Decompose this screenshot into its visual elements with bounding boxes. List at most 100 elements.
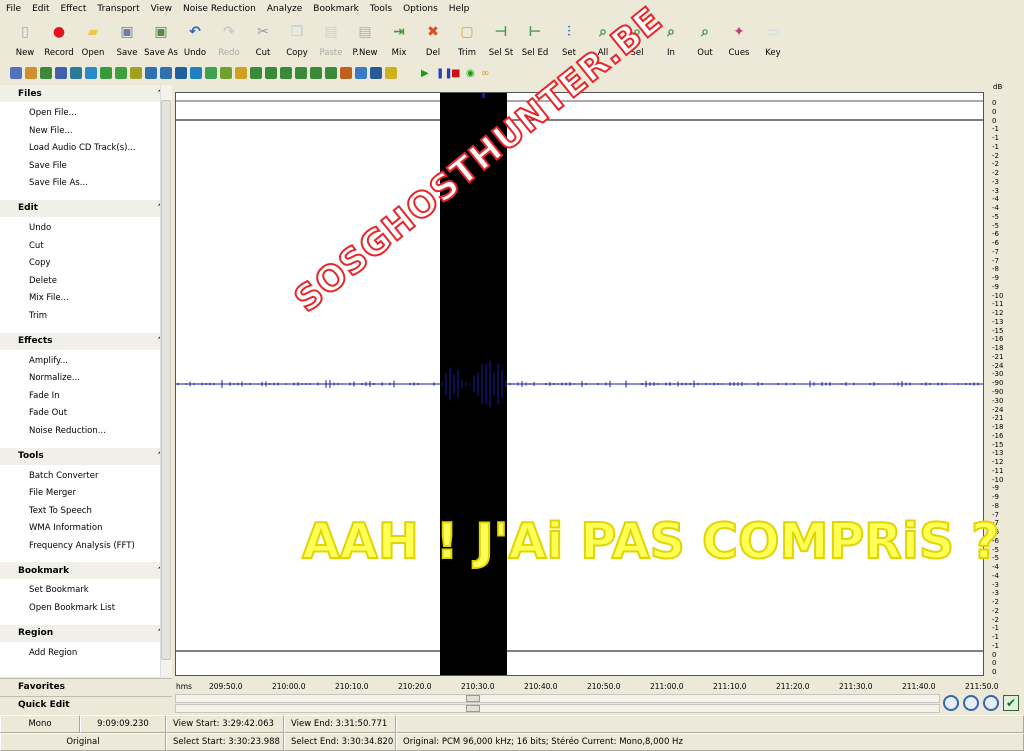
sidebar-item[interactable]: Trim <box>29 311 172 329</box>
sidebar-item[interactable]: Cut <box>29 241 172 259</box>
tool-icon[interactable] <box>355 67 367 79</box>
scroll-thumb-top[interactable] <box>466 695 480 702</box>
sidebar-item[interactable]: Copy <box>29 258 172 276</box>
sidebar-item[interactable]: Open Bookmark List <box>29 603 172 621</box>
sidebar-section-edit[interactable]: Edit⌃ <box>0 199 172 217</box>
sidebar-item[interactable]: Undo <box>29 223 172 241</box>
toolbar-key-button[interactable]: ▭ Key <box>756 18 790 62</box>
waveform-view[interactable] <box>175 92 984 676</box>
tool-icon[interactable] <box>265 67 277 79</box>
zoom-fit-icon[interactable] <box>983 695 999 711</box>
sidebar-item[interactable]: Load Audio CD Track(s)... <box>29 143 172 161</box>
sidebar-item[interactable]: Fade In <box>29 391 172 409</box>
menu-bookmark[interactable]: Bookmark <box>313 4 359 14</box>
sidebar-item[interactable]: Fade Out <box>29 408 172 426</box>
toolbar-sel-ed-button[interactable]: ⊢ Sel Ed <box>518 18 552 62</box>
toolbar-save-button[interactable]: ▣ Save <box>110 18 144 62</box>
sidebar-section-bookmark[interactable]: Bookmark⌃ <box>0 562 172 580</box>
menu-view[interactable]: View <box>151 4 172 14</box>
toolbar-save-as-button[interactable]: ▣ Save As <box>144 18 178 62</box>
tool-icon[interactable] <box>25 67 37 79</box>
tool-icon[interactable] <box>370 67 382 79</box>
tool-icon[interactable] <box>100 67 112 79</box>
tool-icon[interactable] <box>220 67 232 79</box>
sidebar-item[interactable]: Delete <box>29 276 172 294</box>
tool-icon[interactable] <box>190 67 202 79</box>
sidebar-item[interactable]: File Merger <box>29 488 172 506</box>
tool-icon[interactable] <box>160 67 172 79</box>
tool-icon[interactable] <box>85 67 97 79</box>
toolbar-out-button[interactable]: ⌕ Out <box>688 18 722 62</box>
sidebar-item[interactable]: Amplify... <box>29 356 172 374</box>
toolbar-cues-button[interactable]: ✦ Cues <box>722 18 756 62</box>
tool-icon[interactable] <box>250 67 262 79</box>
menu-transport[interactable]: Transport <box>97 4 139 14</box>
toolbar-paste-button[interactable]: ▤ Paste <box>314 18 348 62</box>
toolbar-p-new-button[interactable]: ▤ P.New <box>348 18 382 62</box>
favorites-tab[interactable]: Favorites <box>0 678 172 696</box>
menu-options[interactable]: Options <box>403 4 438 14</box>
horizontal-scrollbar[interactable] <box>175 694 940 714</box>
tool-icon[interactable] <box>145 67 157 79</box>
sidebar-item[interactable]: Mix File... <box>29 293 172 311</box>
loop-icon[interactable]: ∞ <box>481 68 496 79</box>
tool-icon[interactable] <box>130 67 142 79</box>
sidebar-scroll-thumb[interactable] <box>161 100 171 660</box>
sidebar-item[interactable]: WMA Information <box>29 523 172 541</box>
scroll-track-bottom[interactable] <box>175 704 940 713</box>
menu-tools[interactable]: Tools <box>370 4 392 14</box>
tool-icon[interactable] <box>325 67 337 79</box>
toolbar-record-button[interactable]: ● Record <box>42 18 76 62</box>
tool-icon[interactable] <box>235 67 247 79</box>
waveform-canvas[interactable] <box>176 93 983 675</box>
menu-analyze[interactable]: Analyze <box>267 4 302 14</box>
checkmark-icon[interactable]: ✔ <box>1003 695 1019 711</box>
toolbar-copy-button[interactable]: ❐ Copy <box>280 18 314 62</box>
tool-icon[interactable] <box>55 67 67 79</box>
toolbar-undo-button[interactable]: ↶ Undo <box>178 18 212 62</box>
scroll-thumb-bottom[interactable] <box>466 705 480 712</box>
toolbar-open-button[interactable]: ▰ Open <box>76 18 110 62</box>
toolbar-new-button[interactable]: ▯ New <box>8 18 42 62</box>
tool-icon[interactable] <box>385 67 397 79</box>
tool-icon[interactable] <box>280 67 292 79</box>
tool-icon[interactable] <box>115 67 127 79</box>
tool-icon[interactable] <box>295 67 307 79</box>
sidebar-item[interactable]: Text To Speech <box>29 506 172 524</box>
tool-icon[interactable] <box>40 67 52 79</box>
sidebar-item[interactable]: Batch Converter <box>29 471 172 489</box>
stop-icon[interactable]: ■ <box>451 68 466 79</box>
menu-effect[interactable]: Effect <box>61 4 87 14</box>
toolbar-trim-button[interactable]: ▢ Trim <box>450 18 484 62</box>
toolbar-redo-button[interactable]: ↷ Redo <box>212 18 246 62</box>
quick-edit-tab[interactable]: Quick Edit <box>0 696 172 714</box>
tool-icon[interactable] <box>340 67 352 79</box>
play-icon[interactable]: ▶ <box>421 68 436 79</box>
sidebar-item[interactable]: Set Bookmark <box>29 585 172 603</box>
tool-icon[interactable] <box>10 67 22 79</box>
toolbar-del-button[interactable]: ✖ Del <box>416 18 450 62</box>
zoom-in-icon[interactable] <box>943 695 959 711</box>
sidebar-item[interactable]: New File... <box>29 126 172 144</box>
sidebar-item[interactable]: Save File <box>29 161 172 179</box>
sidebar-item[interactable]: Normalize... <box>29 373 172 391</box>
toolbar-sel-st-button[interactable]: ⊣ Sel St <box>484 18 518 62</box>
toolbar-mix-button[interactable]: ⇥ Mix <box>382 18 416 62</box>
sidebar-section-files[interactable]: Files⌃ <box>0 85 172 102</box>
sidebar-item[interactable]: Frequency Analysis (FFT) <box>29 541 172 559</box>
sidebar-section-effects[interactable]: Effects⌃ <box>0 332 172 350</box>
sidebar-item[interactable]: Noise Reduction... <box>29 426 172 444</box>
sidebar-item[interactable]: Open File... <box>29 108 172 126</box>
menu-file[interactable]: File <box>6 4 21 14</box>
play-loop-icon[interactable]: ◉ <box>466 68 481 79</box>
pause-icon[interactable]: ❚❚ <box>436 68 453 79</box>
sidebar-section-region[interactable]: Region⌃ <box>0 624 172 642</box>
sidebar-section-tools[interactable]: Tools⌃ <box>0 447 172 465</box>
zoom-out-icon[interactable] <box>963 695 979 711</box>
tool-icon[interactable] <box>70 67 82 79</box>
sidebar-item[interactable]: Add Region <box>29 648 172 666</box>
scroll-track-top[interactable] <box>175 694 940 703</box>
tool-icon[interactable] <box>310 67 322 79</box>
menu-noise-reduction[interactable]: Noise Reduction <box>183 4 256 14</box>
tool-icon[interactable] <box>205 67 217 79</box>
